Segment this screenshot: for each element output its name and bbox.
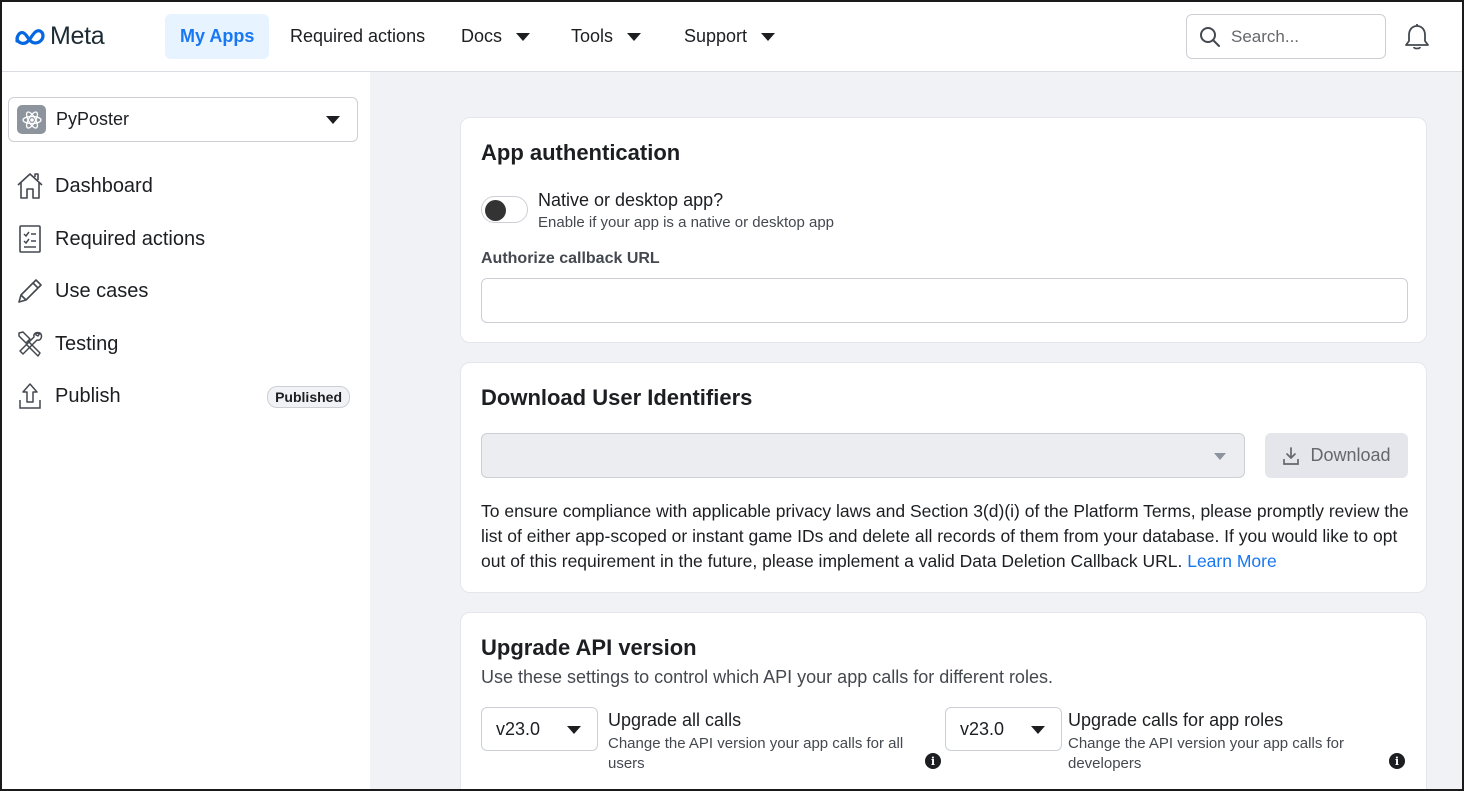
caret-down-icon — [516, 32, 531, 41]
role-calls-description: Change the API version your app calls fo… — [1068, 735, 1344, 772]
info-icon[interactable]: i — [1389, 753, 1405, 769]
download-user-identifiers-card: Download User Identifiers Download To en… — [460, 362, 1427, 593]
download-icon — [1283, 446, 1300, 465]
nav-required-actions[interactable]: Required actions — [290, 14, 425, 59]
all-calls-title: Upgrade all calls — [608, 710, 742, 730]
status-badge: Published — [267, 386, 350, 408]
sidebar-item-label: Publish — [55, 384, 121, 407]
checklist-icon — [14, 223, 46, 255]
upgrade-api-version-card: Upgrade API version Use these settings t… — [460, 612, 1427, 791]
download-button[interactable]: Download — [1265, 433, 1408, 478]
meta-logo-text: Meta — [50, 22, 105, 50]
sidebar-item-label: Dashboard — [55, 174, 153, 197]
all-calls-description: Change the API version your app calls fo… — [608, 735, 904, 772]
nav-required-actions-label: Required actions — [290, 26, 426, 46]
sidebar-item-required-actions[interactable]: Required actions — [14, 218, 354, 260]
sidebar-item-use-cases[interactable]: Use cases — [14, 270, 354, 312]
search-icon — [1200, 26, 1220, 47]
sidebar-item-testing[interactable]: Testing — [14, 323, 354, 365]
notifications-bell-icon[interactable] — [1404, 23, 1430, 56]
role-calls-version-select[interactable]: v23.0 — [945, 707, 1062, 751]
caret-down-icon — [761, 32, 776, 41]
nav-my-apps[interactable]: My Apps — [165, 14, 270, 59]
download-button-label: Download — [1310, 445, 1391, 465]
all-calls-version-value: v23.0 — [496, 718, 541, 739]
nav-tools-label: Tools — [571, 26, 614, 46]
compliance-text: To ensure compliance with applicable pri… — [481, 499, 1411, 574]
toggle-title: Native or desktop app? — [538, 190, 724, 210]
app-authentication-card: App authentication Native or desktop app… — [460, 117, 1427, 343]
learn-more-link[interactable]: Learn More — [1187, 551, 1277, 571]
upload-icon — [14, 380, 46, 412]
sidebar: PyPoster Dashboard Required actions Use … — [0, 72, 370, 791]
nav-support-label: Support — [684, 26, 748, 46]
caret-down-icon — [567, 726, 581, 734]
nav-docs[interactable]: Docs — [461, 14, 531, 59]
house-icon — [14, 170, 46, 202]
sidebar-item-label: Use cases — [55, 279, 149, 302]
search-input[interactable] — [1231, 26, 1371, 47]
top-navigation-bar: Meta My Apps Required actions Docs Tools… — [0, 0, 1464, 72]
tools-icon — [14, 328, 46, 360]
caret-down-icon — [1031, 726, 1045, 734]
toggle-knob — [485, 200, 506, 221]
nav-docs-label: Docs — [461, 26, 503, 46]
meta-logo[interactable]: Meta — [14, 22, 105, 51]
card-subtitle: Use these settings to control which API … — [481, 667, 1053, 687]
sidebar-item-publish[interactable]: Publish Published — [14, 375, 354, 417]
role-calls-title: Upgrade calls for app roles — [1068, 710, 1284, 730]
pencil-icon — [14, 275, 46, 307]
card-title: App authentication — [481, 140, 681, 165]
meta-infinity-icon — [15, 28, 45, 45]
card-title: Upgrade API version — [481, 635, 697, 660]
identifiers-select[interactable] — [481, 433, 1245, 478]
nav-support[interactable]: Support — [684, 14, 776, 59]
toggle-description: Enable if your app is a native or deskto… — [538, 214, 835, 231]
info-icon[interactable]: i — [925, 753, 941, 769]
app-atom-icon — [17, 105, 46, 134]
app-name: PyPoster — [56, 109, 130, 129]
nav-tools[interactable]: Tools — [571, 14, 642, 59]
sidebar-item-dashboard[interactable]: Dashboard — [14, 165, 354, 207]
native-desktop-toggle[interactable] — [481, 196, 528, 223]
caret-down-icon — [627, 32, 642, 41]
card-title: Download User Identifiers — [481, 385, 753, 410]
caret-down-icon — [326, 116, 340, 124]
role-calls-version-value: v23.0 — [960, 718, 1005, 739]
callback-url-label: Authorize callback URL — [481, 250, 660, 267]
sidebar-item-label: Testing — [55, 332, 119, 355]
caret-down-icon — [1214, 453, 1226, 460]
sidebar-item-label: Required actions — [55, 227, 206, 250]
main-content: App authentication Native or desktop app… — [370, 72, 1464, 791]
search-box[interactable] — [1186, 14, 1386, 59]
callback-url-input[interactable] — [481, 278, 1408, 323]
nav-my-apps-label: My Apps — [180, 26, 255, 46]
app-selector-dropdown[interactable]: PyPoster — [8, 97, 358, 142]
all-calls-version-select[interactable]: v23.0 — [481, 707, 598, 751]
